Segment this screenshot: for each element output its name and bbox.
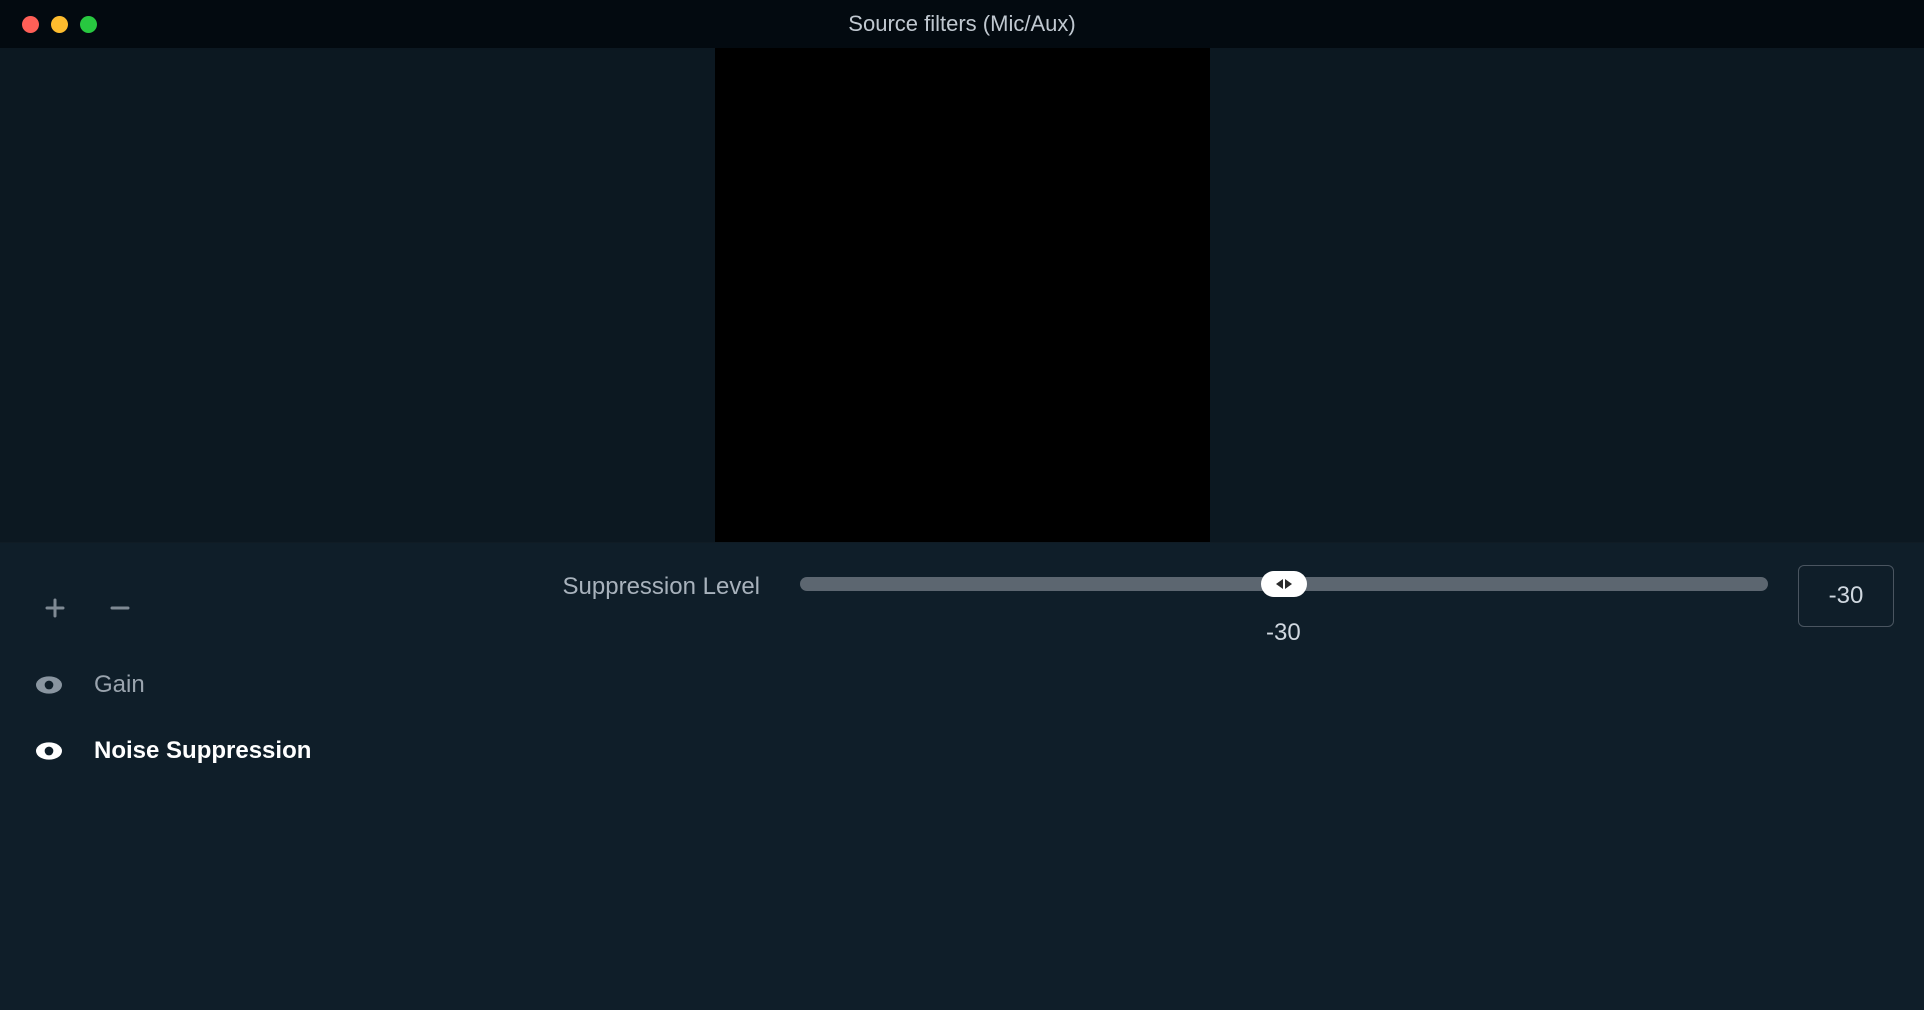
- filter-item-noise-suppression[interactable]: Noise Suppression: [36, 737, 490, 765]
- maximize-icon[interactable]: [80, 16, 97, 33]
- window-title: Source filters (Mic/Aux): [848, 11, 1075, 37]
- titlebar: Source filters (Mic/Aux): [0, 0, 1924, 48]
- close-icon[interactable]: [22, 16, 39, 33]
- chevron-left-icon: [1276, 579, 1283, 589]
- filter-list: Gain Noise Suppression: [30, 671, 490, 765]
- suppression-slider-wrap: -30: [800, 567, 1768, 647]
- settings-pane: Suppression Level -30 -30: [490, 543, 1924, 1010]
- filter-label: Gain: [94, 671, 145, 699]
- slider-value-label: -30: [800, 619, 1768, 647]
- suppression-value-input[interactable]: -30: [1798, 565, 1894, 627]
- suppression-level-label: Suppression Level: [490, 567, 770, 601]
- visibility-icon[interactable]: [36, 676, 62, 694]
- remove-filter-button[interactable]: [105, 593, 135, 623]
- window-controls: [0, 16, 97, 33]
- lower-panel: Gain Noise Suppression Suppression Level: [0, 543, 1924, 1010]
- chevron-right-icon: [1285, 579, 1292, 589]
- filter-item-gain[interactable]: Gain: [36, 671, 490, 699]
- preview-area: [0, 48, 1924, 543]
- minimize-icon[interactable]: [51, 16, 68, 33]
- filter-label: Noise Suppression: [94, 737, 311, 765]
- suppression-slider[interactable]: [800, 577, 1768, 591]
- preview-canvas: [715, 48, 1210, 542]
- slider-thumb[interactable]: [1261, 571, 1307, 597]
- filter-sidebar: Gain Noise Suppression: [0, 543, 490, 1010]
- add-filter-button[interactable]: [40, 593, 70, 623]
- filter-actions: [30, 593, 490, 671]
- visibility-icon[interactable]: [36, 742, 62, 760]
